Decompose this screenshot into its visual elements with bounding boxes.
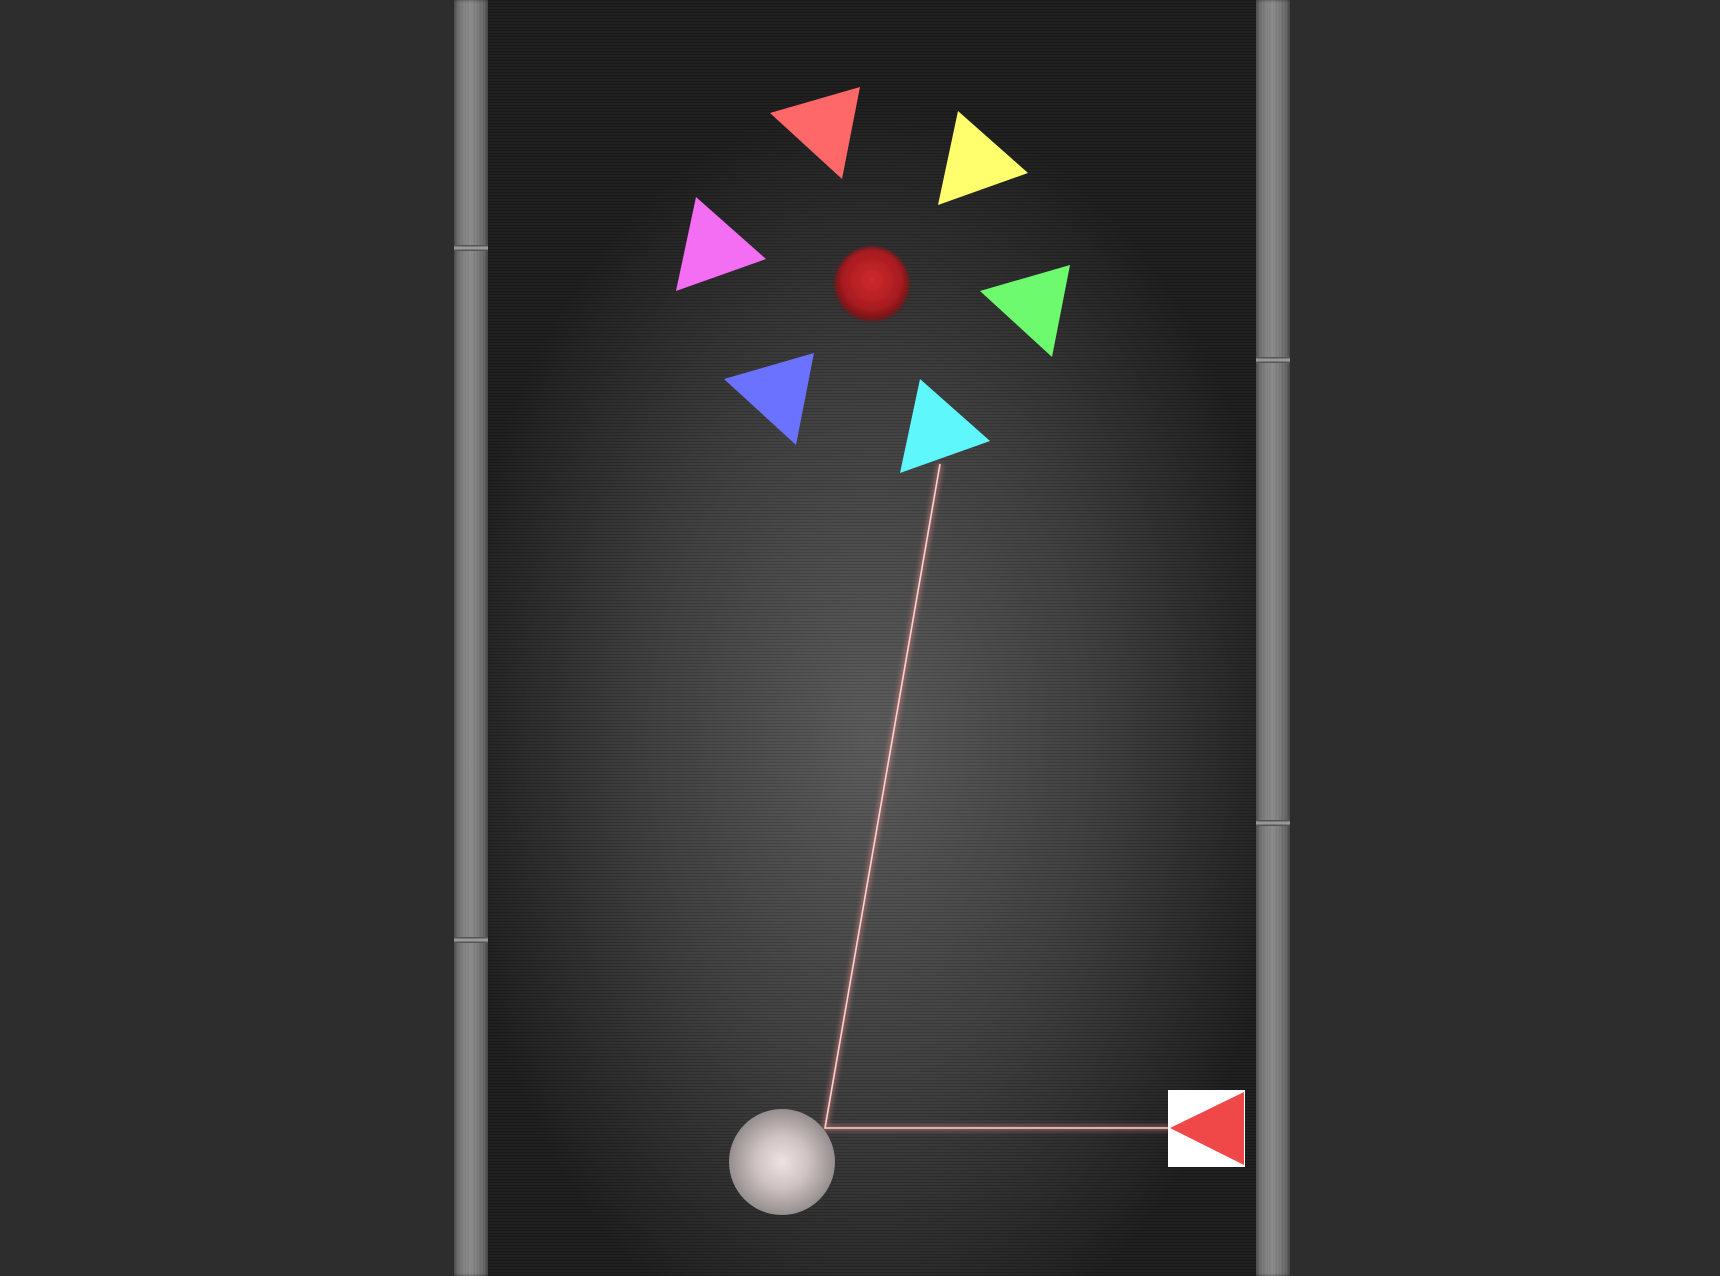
laser-beam — [821, 463, 1170, 1131]
red-prism[interactable] — [770, 87, 860, 179]
rail-seam — [454, 937, 488, 943]
game-screen — [0, 0, 1720, 1276]
play-field-canvas — [676, 87, 1245, 1215]
rail-seam — [1256, 820, 1290, 826]
blue-prism[interactable] — [724, 353, 814, 445]
play-field[interactable] — [488, 0, 1256, 1276]
silver-ball-icon[interactable] — [729, 1109, 835, 1215]
yellow-prism[interactable] — [938, 111, 1028, 205]
rail-seam — [1256, 357, 1290, 363]
cyan-prism[interactable] — [900, 379, 990, 473]
green-prism[interactable] — [980, 265, 1070, 357]
red-target-dot-icon — [835, 247, 909, 321]
magenta-prism[interactable] — [676, 197, 766, 291]
right-wall-rail — [1256, 0, 1290, 1276]
laser-emitter[interactable] — [1168, 1090, 1245, 1167]
rail-seam — [454, 245, 488, 251]
left-wall-rail — [454, 0, 488, 1276]
